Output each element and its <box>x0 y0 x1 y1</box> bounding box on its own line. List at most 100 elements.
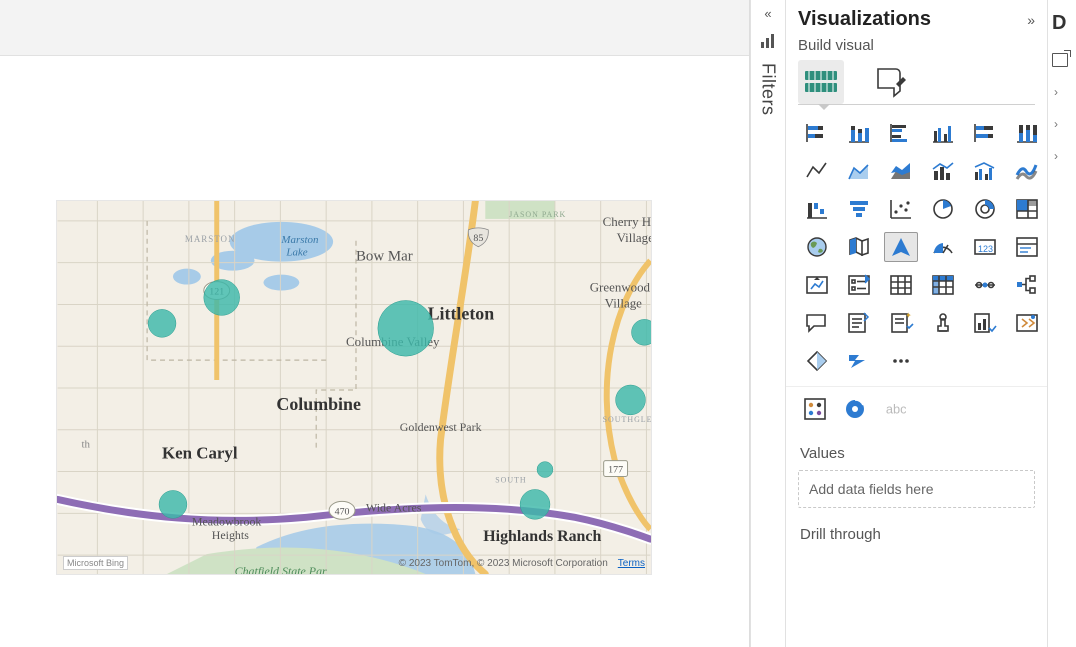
viz-type-azure-map[interactable] <box>884 232 918 262</box>
svg-text:Lake: Lake <box>285 247 307 259</box>
viz-type-line-clustered-column[interactable] <box>968 156 1002 186</box>
viz-type-line-stacked-column[interactable] <box>926 156 960 186</box>
svg-text:Meadowbrook: Meadowbrook <box>192 514 262 528</box>
map-attribution: Microsoft Bing © 2023 TomTom, © 2023 Mic… <box>63 556 645 570</box>
svg-text:Greenwood: Greenwood <box>590 280 651 295</box>
viz-type-table[interactable] <box>884 270 918 300</box>
viz-type-stacked-bar[interactable] <box>800 118 834 148</box>
viz-type-card[interactable]: 123 <box>968 232 1002 262</box>
viz-type-smart-narrative[interactable] <box>842 308 876 338</box>
viz-type-power-apps[interactable] <box>1010 308 1044 338</box>
viz-type-100-stacked-column[interactable] <box>1010 118 1044 148</box>
refresh-visual-icon[interactable] <box>840 395 870 423</box>
data-pane-title-fragment: D <box>1048 12 1066 35</box>
svg-text:Village: Village <box>617 230 651 245</box>
viz-type-ellipsis[interactable] <box>884 346 918 376</box>
filters-label: Filters <box>758 63 779 116</box>
svg-text:Goldenwest Park: Goldenwest Park <box>400 420 482 434</box>
drill-through-section-title: Drill through <box>786 512 1047 549</box>
viz-type-slicer[interactable] <box>842 270 876 300</box>
map-terms-link[interactable]: Terms <box>618 558 645 569</box>
visual-options-row: abc <box>786 386 1047 431</box>
viz-type-clustered-bar[interactable] <box>884 118 918 148</box>
viz-type-stacked-area[interactable] <box>884 156 918 186</box>
viz-type-funnel[interactable] <box>842 194 876 224</box>
viz-type-r-visual[interactable] <box>968 270 1002 300</box>
viz-type-waterfall[interactable] <box>800 194 834 224</box>
svg-text:MARSTON: MARSTON <box>185 234 236 244</box>
viz-type-paginated-report[interactable]: ✦ <box>884 308 918 338</box>
svg-text:177: 177 <box>608 465 623 476</box>
svg-text:SOUTHGLENN: SOUTHGLENN <box>603 415 651 424</box>
viz-type-multi-row-card[interactable] <box>1010 232 1044 262</box>
viz-type-clustered-column[interactable] <box>926 118 960 148</box>
visualization-type-grid: 123 ✦ <box>786 104 1047 382</box>
viz-type-gauge[interactable] <box>926 232 960 262</box>
svg-text:Bow Mar: Bow Mar <box>356 249 413 265</box>
format-visual-tab[interactable] <box>868 60 914 104</box>
visualizations-title: Visualizations <box>798 8 931 31</box>
chevron-right-icon[interactable]: › <box>1048 117 1058 131</box>
svg-text:SOUTH: SOUTH <box>495 475 526 484</box>
visualizations-collapse-icon[interactable]: » <box>1027 12 1035 28</box>
format-icon <box>874 66 908 98</box>
svg-text:Cherry Hills: Cherry Hills <box>603 214 651 229</box>
viz-type-scatter[interactable] <box>884 194 918 224</box>
viz-type-python-visual[interactable] <box>968 308 1002 338</box>
viz-type-line[interactable] <box>800 156 834 186</box>
build-icon <box>803 67 839 97</box>
viz-type-matrix[interactable] <box>926 270 960 300</box>
mode-tabs <box>786 58 1047 104</box>
values-section-title: Values <box>786 431 1047 468</box>
values-field-well[interactable]: Add data fields here <box>798 470 1035 508</box>
map-copyright: © 2023 TomTom, © 2023 Microsoft Corporat… <box>399 558 608 569</box>
svg-text:123: 123 <box>978 244 993 254</box>
get-more-visuals-icon[interactable]: abc <box>880 395 910 423</box>
bar-chart-icon <box>760 33 776 49</box>
svg-text:Littleton: Littleton <box>428 303 495 323</box>
chevron-right-icon[interactable]: › <box>1048 149 1058 163</box>
svg-text:abc: abc <box>886 402 906 417</box>
chevron-right-icon[interactable]: › <box>1048 85 1058 99</box>
svg-text:Wide Acres: Wide Acres <box>366 500 422 514</box>
canvas-ribbon-placeholder <box>0 0 749 56</box>
filters-pane-collapsed[interactable]: « Filters <box>750 0 786 647</box>
viz-type-power-automate[interactable] <box>800 346 834 376</box>
group-visual-icon[interactable] <box>800 395 830 423</box>
map-visual[interactable]: 85121470177MARSTONMarstonLakeBow MarJASO… <box>56 200 652 575</box>
viz-type-kpi[interactable] <box>800 270 834 300</box>
svg-text:Marston: Marston <box>280 234 319 246</box>
report-canvas[interactable]: 85121470177MARSTONMarstonLakeBow MarJASO… <box>0 0 750 647</box>
svg-text:JASON PARK: JASON PARK <box>509 210 566 219</box>
svg-text:✦: ✦ <box>905 311 912 320</box>
build-visual-tab[interactable] <box>798 60 844 104</box>
viz-type-treemap[interactable] <box>1010 194 1044 224</box>
viz-type-pie[interactable] <box>926 194 960 224</box>
viz-type-area[interactable] <box>842 156 876 186</box>
bing-badge: Microsoft Bing <box>63 556 128 570</box>
build-visual-label: Build visual <box>786 37 1047 58</box>
svg-text:Village: Village <box>605 295 643 310</box>
viz-type-qa[interactable] <box>800 308 834 338</box>
svg-text:Ken Caryl: Ken Caryl <box>162 444 238 463</box>
viz-type-donut[interactable] <box>968 194 1002 224</box>
viz-type-100-stacked-bar[interactable] <box>968 118 1002 148</box>
filters-expand-icon[interactable]: « <box>764 6 771 21</box>
svg-text:th: th <box>81 439 90 451</box>
svg-text:Columbine: Columbine <box>276 394 361 414</box>
visualizations-pane: Visualizations » Build visual 123 ✦ <box>786 0 1048 647</box>
viz-type-stacked-column[interactable] <box>842 118 876 148</box>
viz-type-map[interactable] <box>800 232 834 262</box>
svg-text:470: 470 <box>335 506 350 517</box>
values-placeholder: Add data fields here <box>809 481 934 497</box>
data-pane-edge[interactable]: D › › › <box>1048 0 1076 647</box>
map-svg: 85121470177MARSTONMarstonLakeBow MarJASO… <box>57 201 651 574</box>
viz-type-power-automate-b[interactable] <box>842 346 876 376</box>
viz-type-ribbon[interactable] <box>1010 156 1044 186</box>
svg-text:Highlands Ranch: Highlands Ranch <box>483 528 601 545</box>
search-icon[interactable] <box>1052 53 1068 67</box>
svg-text:85: 85 <box>473 233 483 244</box>
viz-type-goals[interactable] <box>926 308 960 338</box>
viz-type-decomposition-tree[interactable] <box>1010 270 1044 300</box>
viz-type-filled-map[interactable] <box>842 232 876 262</box>
